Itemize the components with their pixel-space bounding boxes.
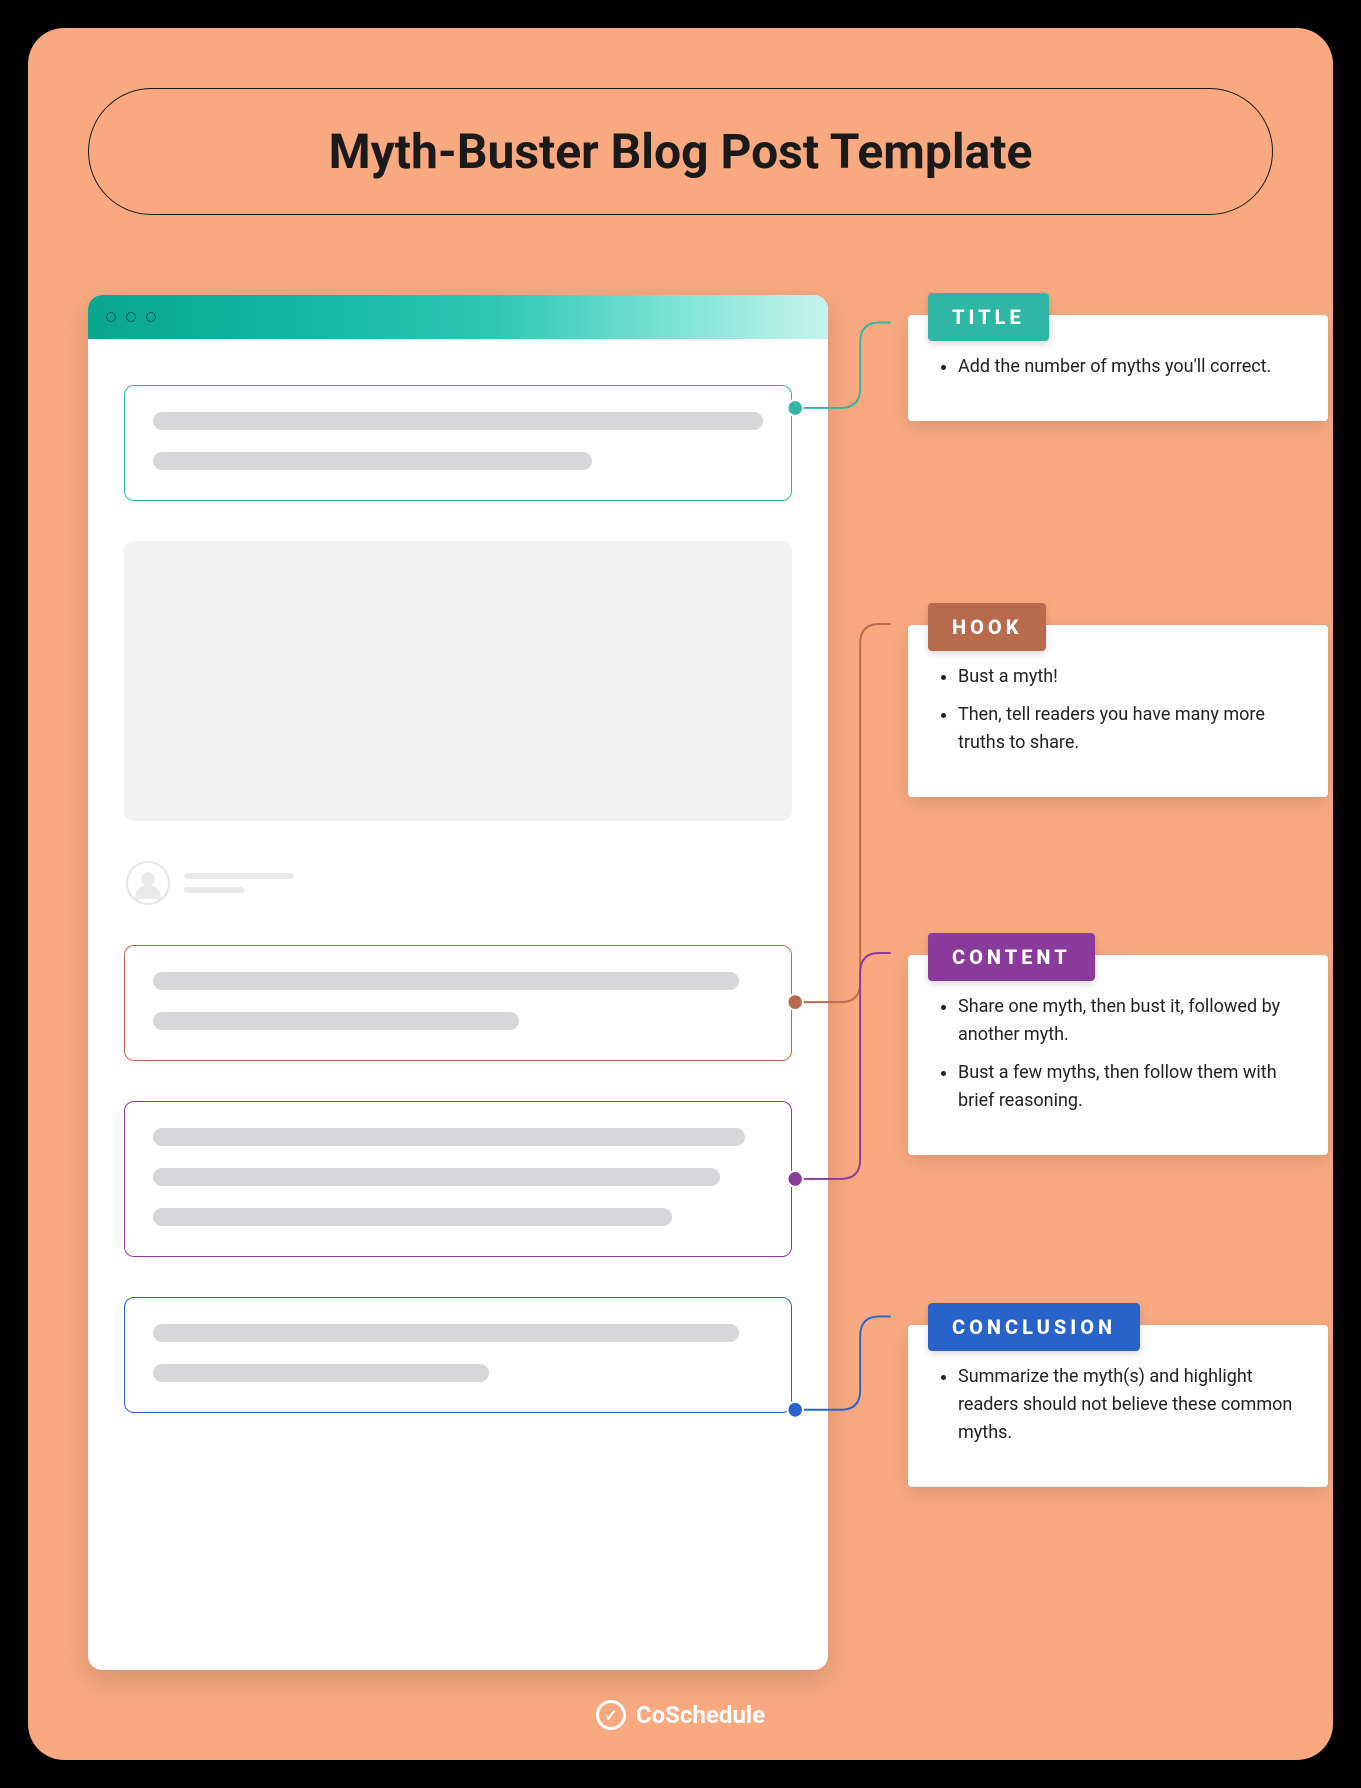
author-meta xyxy=(184,873,294,893)
mock-title-region xyxy=(124,385,792,501)
mock-browser xyxy=(88,295,828,1670)
outer-frame: Myth-Buster Blog Post Template xyxy=(0,0,1361,1788)
callout-bullet: Summarize the myth(s) and highlight read… xyxy=(958,1363,1302,1447)
main-row: TITLE Add the number of myths you'll cor… xyxy=(88,295,1273,1670)
window-dot-icon xyxy=(126,312,136,322)
mock-hook-region xyxy=(124,945,792,1061)
placeholder-line xyxy=(153,412,763,430)
callout-hook: HOOK Bust a myth! Then, tell readers you… xyxy=(908,625,1328,797)
placeholder-line xyxy=(184,873,294,879)
callout-bullet: Bust a myth! xyxy=(958,663,1302,691)
placeholder-line xyxy=(153,1168,720,1186)
callout-bullet: Bust a few myths, then follow them with … xyxy=(958,1059,1302,1115)
callout-label-title: TITLE xyxy=(928,293,1049,341)
placeholder-line xyxy=(153,1012,519,1030)
placeholder-line xyxy=(153,1208,672,1226)
placeholder-line xyxy=(153,972,739,990)
callout-bullet: Share one myth, then bust it, followed b… xyxy=(958,993,1302,1049)
mock-author-row xyxy=(124,861,792,905)
mock-content-region xyxy=(124,1101,792,1257)
placeholder-line xyxy=(153,452,592,470)
callout-label-hook: HOOK xyxy=(928,603,1046,651)
callout-label-conclusion: CONCLUSION xyxy=(928,1303,1140,1351)
brand-footer: ✓ CoSchedule xyxy=(88,1700,1273,1730)
callout-box: Share one myth, then bust it, followed b… xyxy=(908,955,1328,1155)
brand-name: CoSchedule xyxy=(636,1701,765,1729)
callout-label-content: CONTENT xyxy=(928,933,1095,981)
window-dot-icon xyxy=(146,312,156,322)
canvas: Myth-Buster Blog Post Template xyxy=(28,28,1333,1760)
mock-conclusion-region xyxy=(124,1297,792,1413)
placeholder-line xyxy=(153,1128,745,1146)
callout-bullet: Add the number of myths you'll correct. xyxy=(958,353,1302,381)
window-dot-icon xyxy=(106,312,116,322)
callout-bullet: Then, tell readers you have many more tr… xyxy=(958,701,1302,757)
callout-title: TITLE Add the number of myths you'll cor… xyxy=(908,315,1328,421)
avatar-icon xyxy=(126,861,170,905)
callout-conclusion: CONCLUSION Summarize the myth(s) and hig… xyxy=(908,1325,1328,1487)
callout-content: CONTENT Share one myth, then bust it, fo… xyxy=(908,955,1328,1155)
placeholder-line xyxy=(153,1324,739,1342)
placeholder-line xyxy=(184,887,244,893)
brand-logo-icon: ✓ xyxy=(596,1700,626,1730)
placeholder-line xyxy=(153,1364,489,1382)
page-title: Myth-Buster Blog Post Template xyxy=(88,88,1273,215)
browser-body xyxy=(88,339,828,1483)
browser-titlebar xyxy=(88,295,828,339)
mock-hero-image xyxy=(124,541,792,821)
